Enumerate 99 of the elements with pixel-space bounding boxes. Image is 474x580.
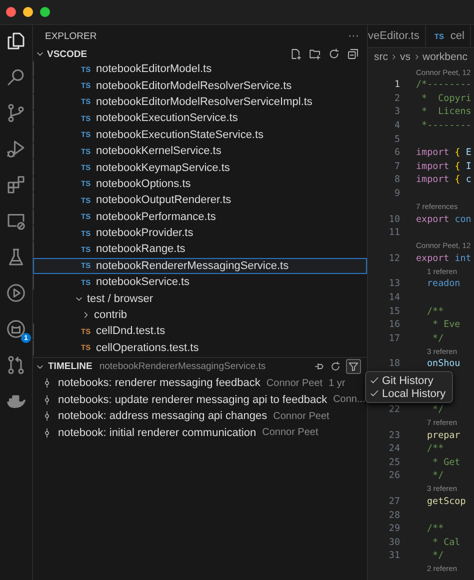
line-number: 1: [393, 79, 401, 90]
commit-author: Connor Peet: [266, 378, 323, 389]
breadcrumb-item[interactable]: workbenc: [422, 51, 468, 63]
line-number: 26: [388, 470, 401, 482]
extensions-icon[interactable]: [6, 175, 26, 195]
line-number: 10: [388, 214, 401, 225]
code-line: */: [432, 470, 444, 482]
line-number: 3: [393, 106, 401, 118]
commit-icon: [42, 394, 52, 405]
commit-icon: [42, 428, 52, 438]
collapse-all-icon[interactable]: [347, 48, 359, 60]
code-line: import { I: [416, 160, 472, 172]
play-bug-icon[interactable]: [6, 139, 26, 159]
breadcrumb-item[interactable]: src: [374, 51, 388, 63]
line-number: 11: [388, 227, 401, 238]
code-line: export con: [416, 214, 472, 225]
line-number: 8: [393, 174, 401, 186]
commit-message[interactable]: notebook: address messaging api changes: [58, 410, 268, 422]
line-number: 27: [388, 496, 401, 507]
new-file-icon[interactable]: [290, 48, 302, 60]
commit-message[interactable]: notebook: initial renderer communication: [58, 426, 256, 439]
pull-request-icon[interactable]: [6, 355, 26, 375]
refresh-icon[interactable]: [330, 361, 341, 372]
section-title[interactable]: VSCODE: [47, 48, 88, 60]
play-circle-icon[interactable]: [6, 283, 26, 303]
close-button[interactable]: [6, 7, 16, 17]
code-line: prepar: [426, 430, 460, 441]
code-line: * Eve: [432, 319, 460, 330]
code-line: import { c: [416, 174, 472, 186]
editor-tab[interactable]: veEditor.ts: [368, 25, 426, 47]
cat-circle-icon[interactable]: [6, 319, 26, 339]
line-number: 28: [388, 510, 401, 521]
filter-button[interactable]: [346, 359, 361, 374]
code-line: /**: [426, 443, 444, 454]
file-name: notebookRendererMessagingService.ts: [99, 361, 266, 372]
line-number: 31: [388, 550, 401, 562]
tree-item[interactable]: contrib: [33, 306, 367, 324]
commit-message[interactable]: notebooks: renderer messaging feedback: [58, 377, 260, 390]
flask-icon[interactable]: [6, 247, 26, 267]
line-number: 5: [393, 134, 401, 145]
section-title[interactable]: TIMELINE: [48, 361, 92, 372]
code-line: *--------: [420, 120, 472, 132]
breadcrumb-item[interactable]: vs: [400, 51, 410, 63]
line-number: 4: [393, 120, 401, 132]
commit-author: Conn...: [333, 394, 366, 406]
menu-item[interactable]: Git History: [366, 374, 452, 387]
code-line: getScop: [426, 496, 466, 507]
search-icon[interactable]: [6, 67, 26, 87]
code-line: */: [432, 550, 444, 562]
code-line: * Copyri: [420, 92, 472, 104]
commit-icon: [42, 378, 52, 388]
maximize-button[interactable]: [40, 7, 50, 17]
code-line: * Licens: [420, 106, 472, 118]
code-line: */: [432, 404, 444, 415]
chevron-icon: [390, 53, 398, 61]
line-number: 17: [388, 332, 401, 344]
code-line: * Cal: [432, 536, 460, 548]
line-number: 29: [388, 523, 401, 534]
code-line: /*--------: [416, 79, 472, 90]
menu-item[interactable]: Local History: [366, 387, 452, 400]
filter-icon: [348, 361, 359, 372]
commit-time: 1 yr: [328, 378, 346, 389]
branch-icon[interactable]: [6, 103, 26, 123]
line-number: 14: [388, 292, 401, 304]
pin-icon[interactable]: [314, 361, 325, 372]
panel-title: EXPLORER: [45, 30, 97, 42]
line-number: 25: [388, 456, 401, 468]
commit-message[interactable]: notebooks: update renderer messaging api to feedback: [58, 394, 328, 406]
line-number: 7: [393, 160, 401, 172]
commit-author: Connor Peet: [262, 427, 318, 438]
line-number: 2: [393, 92, 401, 104]
line-number: 13: [388, 278, 401, 290]
refresh-icon[interactable]: [328, 48, 340, 60]
line-number: 18: [388, 358, 401, 370]
code-line: export int: [416, 252, 472, 264]
remote-monitor-icon[interactable]: [6, 211, 26, 231]
tree-item[interactable]: test / browser: [33, 290, 367, 307]
line-number: 12: [388, 252, 401, 264]
minimize-button[interactable]: [23, 7, 33, 17]
code-line: */: [432, 332, 444, 344]
code-line: * Get: [432, 456, 460, 468]
more-actions-button[interactable]: ···: [348, 30, 359, 42]
code-line: /**: [426, 523, 444, 534]
code-line: onShou: [426, 358, 460, 370]
code-line: /**: [426, 306, 444, 317]
line-number: 30: [388, 536, 401, 548]
line-number: 16: [388, 319, 401, 330]
line-number: 23: [388, 430, 401, 441]
commit-author: Connor Peet: [273, 410, 330, 422]
commit-icon: [42, 411, 52, 422]
files-icon[interactable]: [6, 31, 26, 51]
code-line: import { E: [416, 147, 472, 158]
line-number: 6: [393, 147, 401, 158]
line-number: 15: [388, 306, 401, 317]
code-line: readon: [426, 278, 460, 290]
line-number: 9: [393, 188, 401, 200]
line-number: 22: [388, 404, 401, 415]
new-folder-icon[interactable]: [309, 48, 321, 60]
line-number: 24: [388, 443, 401, 454]
